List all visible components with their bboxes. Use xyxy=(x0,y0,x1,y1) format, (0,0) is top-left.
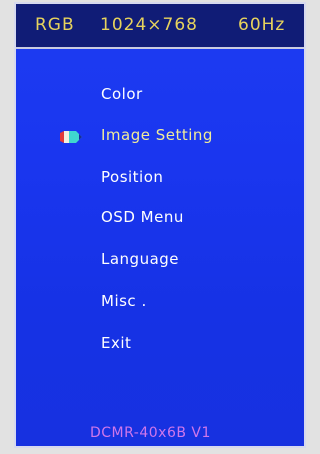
menu-item-language[interactable]: Language xyxy=(16,246,304,276)
menu-item-misc[interactable]: Misc . xyxy=(16,288,304,318)
menu-item-label: Position xyxy=(101,168,164,186)
menu-item-label: Misc . xyxy=(101,292,147,310)
menu-item-image-setting[interactable]: Image Setting xyxy=(16,122,304,152)
osd-panel: RGB 1024×768 60Hz Color Image Setting Po… xyxy=(14,2,306,448)
menu-item-osd-menu[interactable]: OSD Menu xyxy=(16,204,304,234)
menu-item-exit[interactable]: Exit xyxy=(16,330,304,360)
menu-item-label: Language xyxy=(101,250,180,268)
osd-main-menu: Color Image Setting Position OSD Menu La… xyxy=(16,4,304,404)
model-version-label: DCMR-40x6B V1 xyxy=(90,425,211,441)
menu-item-color[interactable]: Color xyxy=(16,81,304,111)
menu-item-position[interactable]: Position xyxy=(16,164,304,194)
monitor-screen: RGB 1024×768 60Hz Color Image Setting Po… xyxy=(0,0,320,454)
pencil-pointer-icon xyxy=(60,131,82,143)
menu-item-label: Color xyxy=(101,85,143,103)
menu-item-label: Exit xyxy=(101,334,132,352)
menu-item-label: OSD Menu xyxy=(101,208,184,226)
menu-item-label: Image Setting xyxy=(101,126,213,144)
